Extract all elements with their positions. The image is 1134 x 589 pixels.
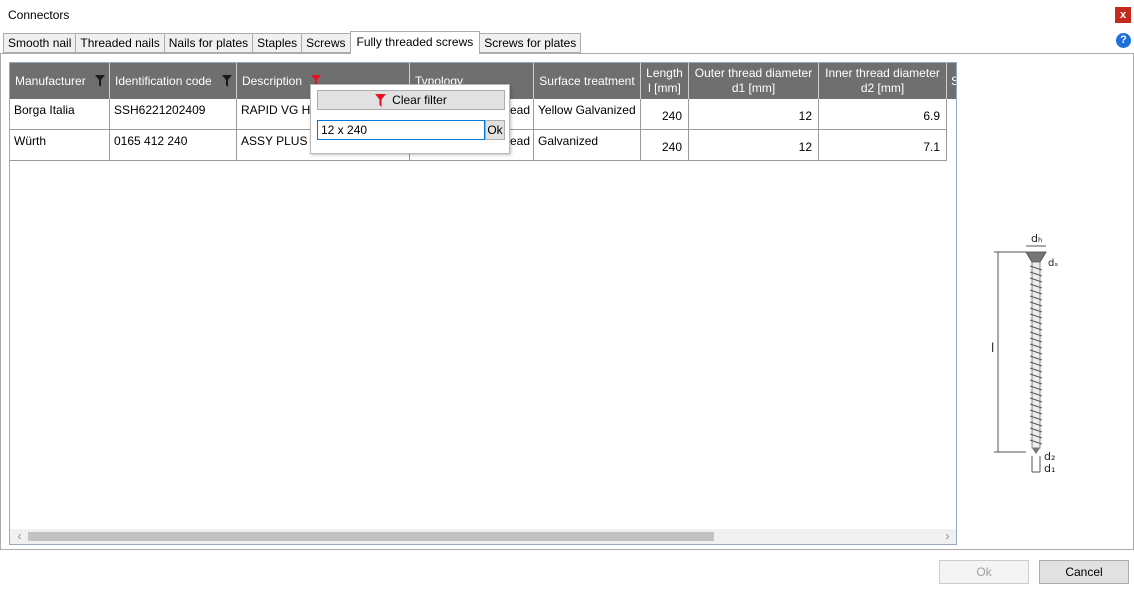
column-header-surface-treatment[interactable]: Surface treatment	[534, 63, 641, 99]
cell-identification-code[interactable]: SSH6221202409	[110, 99, 237, 130]
column-header-partial[interactable]: S	[947, 63, 956, 99]
column-header-outer-thread-diameter[interactable]: Outer thread diameter d1 [mm]	[689, 63, 819, 99]
apply-filter-button[interactable]: Ok	[485, 120, 505, 140]
column-header-manufacturer[interactable]: Manufacturer	[10, 63, 110, 99]
d1-label: d₁	[1044, 462, 1055, 475]
cell-outer-thread-diameter[interactable]: 12	[689, 130, 819, 161]
column-header-inner-thread-diameter[interactable]: Inner thread diameter d2 [mm]	[819, 63, 947, 99]
tab-screws[interactable]: Screws	[301, 33, 350, 53]
filter-icon[interactable]	[222, 75, 232, 87]
cell-inner-thread-diameter[interactable]: 6.9	[819, 99, 947, 130]
cell-manufacturer[interactable]: Würth	[10, 130, 110, 161]
cell-outer-thread-diameter[interactable]: 12	[689, 99, 819, 130]
tab-screws-for-plates[interactable]: Screws for plates	[480, 33, 582, 53]
cell-identification-code[interactable]: 0165 412 240	[110, 130, 237, 161]
close-button[interactable]: x	[1115, 7, 1131, 23]
clear-filter-label: Clear filter	[392, 93, 447, 107]
cell-surface-treatment[interactable]: Galvanized	[534, 130, 641, 161]
horizontal-scrollbar[interactable]: ‹ ›	[10, 529, 956, 544]
clear-filter-button[interactable]: Clear filter	[317, 90, 505, 110]
cell-manufacturer[interactable]: Borga Italia	[10, 99, 110, 130]
tab-fully-threaded-screws[interactable]: Fully threaded screws	[349, 31, 481, 54]
filter-value-input[interactable]	[317, 120, 485, 140]
cell-surface-treatment[interactable]: Yellow Galvanized	[534, 99, 641, 130]
help-icon[interactable]: ?	[1116, 33, 1131, 48]
cancel-button[interactable]: Cancel	[1039, 560, 1129, 584]
fully-threaded-screw-diagram: dₕ dₛ l d₂ d₁	[991, 232, 1058, 475]
scrollbar-thumb[interactable]	[28, 532, 714, 541]
window-title: Connectors	[8, 8, 70, 22]
tab-threaded-nails[interactable]: Threaded nails	[75, 33, 164, 53]
dh-label: dₕ	[1031, 232, 1042, 245]
column-header-length[interactable]: Length l [mm]	[641, 63, 689, 99]
tab-nails-for-plates[interactable]: Nails for plates	[163, 33, 253, 53]
clear-filter-icon	[375, 94, 387, 108]
tab-content-panel: Manufacturer Identification code Descrip…	[0, 53, 1134, 550]
column-header-identification-code[interactable]: Identification code	[110, 63, 237, 99]
scroll-left-icon[interactable]: ‹	[12, 529, 27, 544]
cell-length[interactable]: 240	[641, 130, 689, 161]
tab-smooth-nail[interactable]: Smooth nail	[3, 33, 76, 53]
scroll-right-icon[interactable]: ›	[940, 529, 955, 544]
tab-strip: Smooth nail Threaded nails Nails for pla…	[3, 31, 582, 54]
title-bar: Connectors x	[0, 0, 1134, 30]
description-filter-popup: Clear filter Ok	[310, 84, 510, 154]
tab-staples[interactable]: Staples	[252, 33, 302, 53]
cell-inner-thread-diameter[interactable]: 7.1	[819, 130, 947, 161]
filter-icon[interactable]	[95, 75, 105, 87]
ds-label: dₛ	[1048, 258, 1058, 269]
ok-button[interactable]: Ok	[939, 560, 1029, 584]
cell-length[interactable]: 240	[641, 99, 689, 130]
length-label: l	[991, 341, 994, 355]
